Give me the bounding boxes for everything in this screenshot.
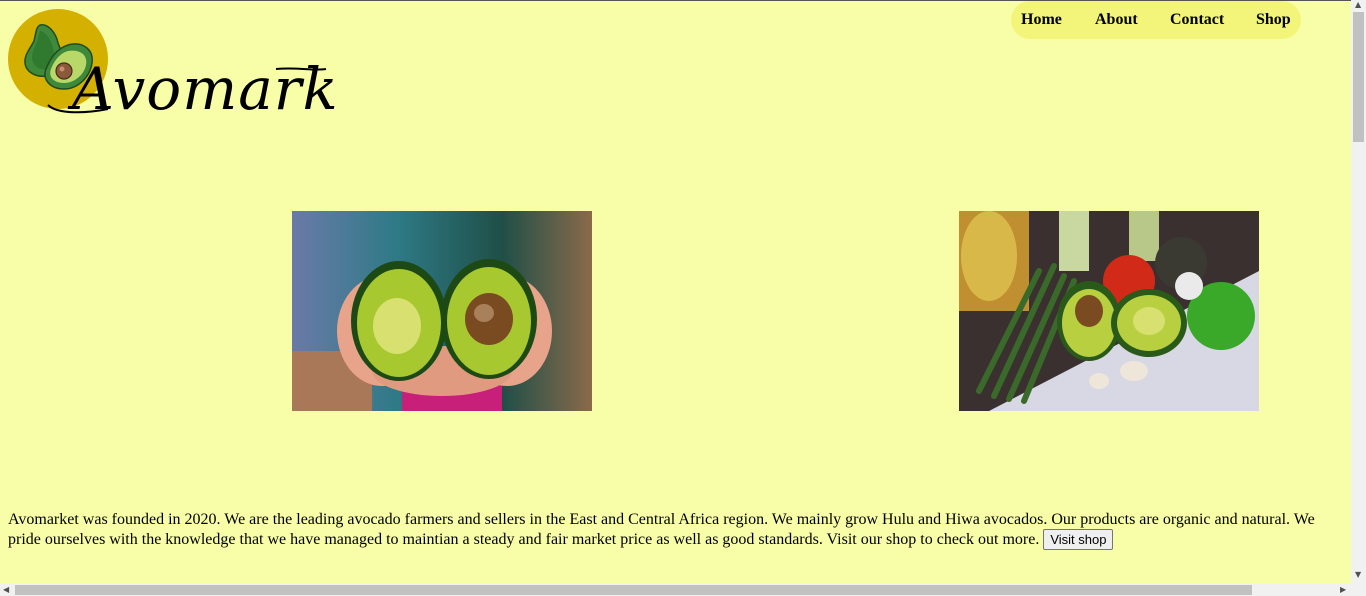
avocado-hands-image (292, 211, 592, 411)
avocado-logo-icon: Avomarket (8, 9, 338, 119)
about-section: Avomarket was founded in 2020. We are th… (8, 510, 1338, 550)
nav-shop-link[interactable]: Shop (1256, 11, 1291, 29)
scroll-right-arrow-icon[interactable]: ▶ (1340, 585, 1346, 594)
horizontal-scrollbar[interactable]: ◀ ▶ (0, 584, 1366, 596)
nav-about-link[interactable]: About (1095, 11, 1138, 29)
nav-contact-link[interactable]: Contact (1170, 11, 1224, 29)
vertical-scrollbar[interactable]: ▲ ▼ (1351, 0, 1366, 584)
scroll-down-arrow-icon[interactable]: ▼ (1355, 570, 1361, 579)
about-text: Avomarket was founded in 2020. We are th… (8, 511, 1315, 548)
main-nav: Home About Contact Shop (1011, 1, 1301, 39)
scroll-left-arrow-icon[interactable]: ◀ (3, 585, 9, 594)
vertical-scroll-thumb[interactable] (1353, 12, 1364, 142)
site-logo[interactable]: Avomarket (8, 9, 338, 119)
avocado-vegetables-image (959, 211, 1259, 411)
visit-shop-button[interactable]: Visit shop (1043, 529, 1114, 550)
horizontal-scroll-thumb[interactable] (15, 585, 1252, 595)
scroll-up-arrow-icon[interactable]: ▲ (1355, 0, 1361, 9)
nav-home-link[interactable]: Home (1021, 11, 1062, 29)
